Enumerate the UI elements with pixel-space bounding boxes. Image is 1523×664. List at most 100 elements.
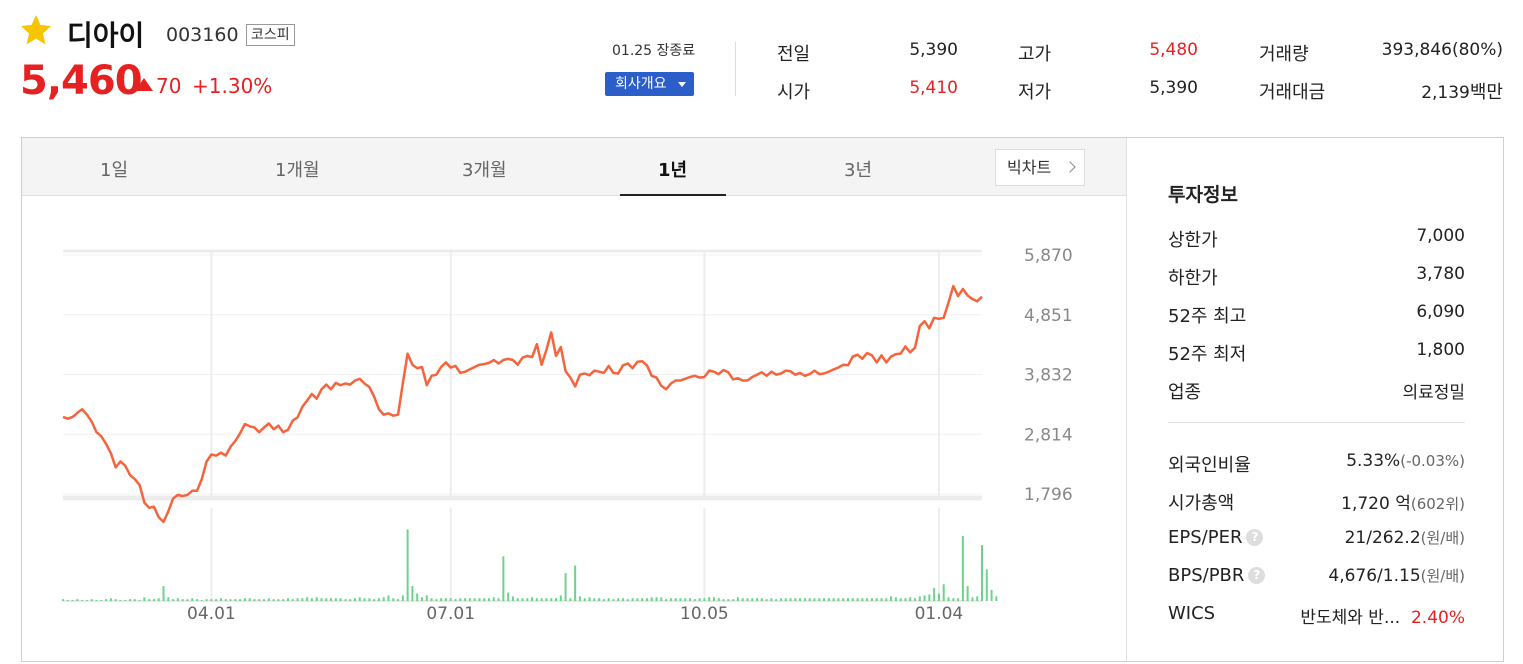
tab-1d[interactable]: 1일 — [100, 156, 128, 182]
volume-bar — [464, 598, 467, 601]
lower-limit-label: 하한가 — [1168, 268, 1218, 289]
volume-bar — [497, 598, 500, 601]
volume-bar — [875, 598, 878, 601]
bps-pbr-label: BPS/PBR — [1168, 565, 1245, 586]
x-tick-label: 10.05 — [680, 604, 729, 624]
volume-bar — [157, 598, 160, 601]
help-icon[interactable]: ? — [1246, 529, 1264, 546]
volume-bar — [775, 599, 778, 601]
volume-bar — [397, 599, 400, 601]
wics-label: WICS — [1168, 603, 1216, 624]
volume-bar — [286, 598, 289, 601]
volume-bar — [459, 598, 462, 601]
volume-bar — [430, 598, 433, 601]
volume-bar — [444, 598, 447, 601]
volume-bar — [133, 599, 136, 601]
volume-bar — [454, 599, 457, 601]
caret-down-icon — [678, 82, 686, 87]
big-chart-button[interactable]: 빅차트 — [995, 149, 1085, 186]
volume-bar — [263, 599, 266, 601]
trade-amount: 2,139백만 — [1360, 78, 1503, 104]
company-overview-button[interactable]: 회사개요 — [605, 72, 694, 96]
y-tick-label: 5,870 — [1024, 246, 1073, 266]
volume-bar — [186, 599, 189, 601]
tab-3y[interactable]: 3년 — [844, 156, 872, 182]
tab-1m[interactable]: 1개월 — [275, 156, 320, 182]
volume-bar — [129, 599, 132, 601]
volume-bar — [870, 598, 873, 601]
market-badge: 코스피 — [246, 24, 295, 46]
volume-bar — [612, 599, 615, 601]
x-tick-label: 01.04 — [915, 604, 964, 624]
low52-label: 52주 최저 — [1168, 344, 1247, 365]
volume-bar — [483, 598, 486, 601]
volume-bar — [904, 598, 907, 601]
favorite-star-icon[interactable] — [20, 14, 52, 46]
volume-bar — [578, 596, 581, 601]
volume-bar — [928, 594, 931, 601]
volume-bar — [243, 598, 246, 601]
volume-bar — [71, 600, 74, 601]
volume-bar — [224, 599, 227, 601]
volume-bar — [559, 595, 562, 601]
price-up-icon — [135, 78, 153, 91]
volume-bar — [349, 599, 352, 601]
wics: 반도체와 반... 2.40% — [1300, 603, 1465, 628]
volume-bar — [827, 598, 830, 601]
volume-bar — [124, 600, 127, 601]
eps-per-unit: (원/배) — [1420, 529, 1465, 547]
volume-bar — [109, 598, 112, 601]
volume-bar — [234, 599, 237, 601]
volume-bar — [727, 599, 730, 601]
volume-bar — [765, 599, 768, 601]
divider — [735, 42, 736, 96]
eps-per-values: 21/262.2(원/배) — [1345, 527, 1465, 548]
trade-amount-value: 2,139 — [1421, 83, 1470, 103]
market-cap-value: 1,720 — [1341, 494, 1390, 514]
volume-bar — [703, 598, 706, 601]
volume-value: 393,846(80%) — [1381, 40, 1503, 60]
volume-bar — [952, 598, 955, 601]
volume-bar — [492, 597, 495, 601]
volume-bar — [660, 597, 663, 601]
high52-value: 6,090 — [1416, 302, 1465, 322]
volume-bar — [961, 535, 964, 601]
volume-bar — [310, 598, 313, 601]
open-value: 5,410 — [909, 78, 958, 98]
volume-bar — [478, 598, 481, 601]
volume-bar — [363, 598, 366, 601]
volume-bar — [468, 598, 471, 601]
volume-bar — [368, 598, 371, 601]
help-icon[interactable]: ? — [1248, 567, 1266, 584]
volume-bar — [258, 599, 261, 601]
volume-bar — [794, 598, 797, 601]
x-tick-label: 07.01 — [426, 604, 475, 624]
volume-bar — [923, 595, 926, 601]
volume-bar — [583, 598, 586, 601]
tab-3m[interactable]: 3개월 — [462, 156, 507, 182]
industry-value[interactable]: 의료정밀 — [1402, 378, 1465, 403]
volume-bar — [81, 600, 84, 601]
volume-bar — [693, 599, 696, 601]
volume-bar — [880, 598, 883, 601]
volume-bar — [531, 597, 534, 601]
volume-bar — [210, 599, 213, 601]
volume-bar — [382, 597, 385, 601]
volume-bar — [507, 592, 510, 601]
price-chart[interactable]: 5,870 4,851 3,832 2,814 1,796 04.01 07.01 10.05… — [22, 196, 1126, 662]
volume-bar — [760, 598, 763, 601]
prev-close-label: 전일 — [777, 44, 811, 65]
volume-bar — [645, 598, 648, 601]
eps-per-label: EPS/PER — [1168, 527, 1243, 548]
wics-value[interactable]: 반도체와 반... — [1300, 608, 1400, 628]
volume-bar — [401, 595, 404, 601]
volume-bar — [779, 598, 782, 601]
tab-1y[interactable]: 1년 — [658, 156, 687, 182]
volume-bar — [741, 598, 744, 601]
volume-bar — [650, 597, 653, 601]
bps-pbr-unit: (원/배) — [1420, 567, 1465, 585]
volume-bar — [832, 598, 835, 601]
market-cap-unit: 억 — [1395, 494, 1411, 514]
volume-bar — [861, 598, 864, 601]
low52-value: 1,800 — [1416, 340, 1465, 360]
